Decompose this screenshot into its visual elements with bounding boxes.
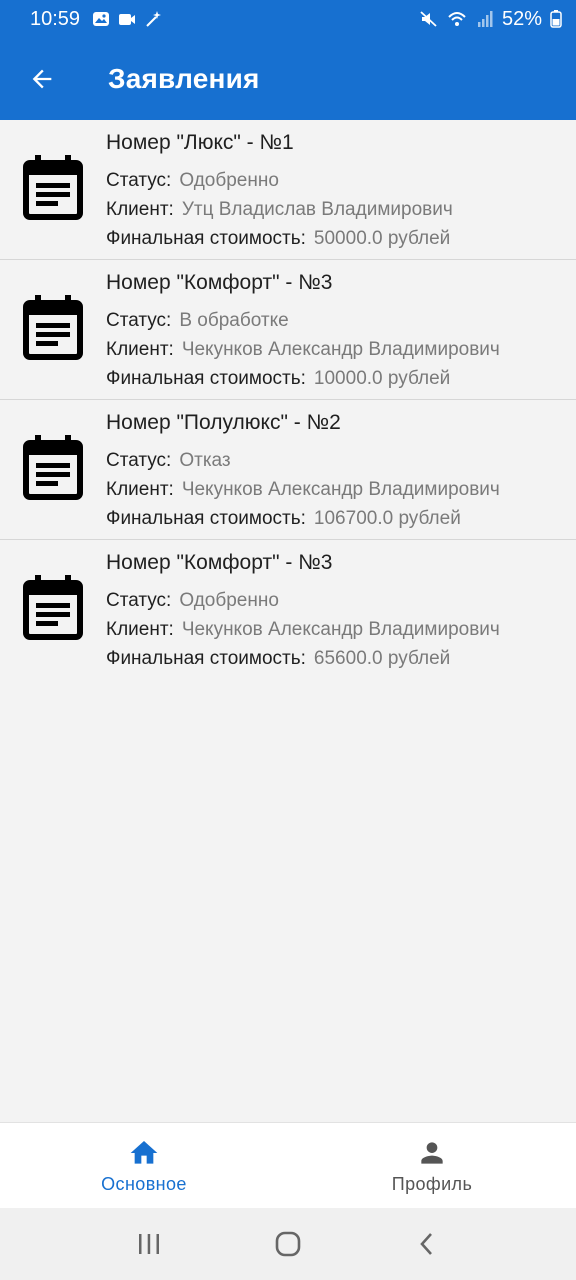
price-value: 106700.0 рублей — [313, 508, 461, 529]
status-time: 10:59 — [30, 7, 81, 30]
price-value: 10000.0 рублей — [313, 368, 451, 389]
event-note-icon — [23, 435, 83, 500]
status-value: Одобренно — [179, 170, 279, 191]
tab-profile-label: Профиль — [391, 1174, 473, 1194]
event-note-icon — [23, 155, 83, 220]
price-label: Финальная стоимость: — [106, 368, 306, 389]
wifi-icon — [448, 12, 466, 26]
room-name: Номер "Люкс" - №1 — [106, 131, 294, 154]
home-circle-icon — [275, 1231, 301, 1257]
mute-icon — [420, 11, 437, 27]
client-label: Клиент: — [106, 199, 174, 220]
client-value: Утц Владислав Владимирович — [181, 199, 453, 220]
application-item[interactable]: Номер "Полулюкс" - №2 Статус: Отказ Клиен… — [0, 400, 576, 540]
client-label: Клиент: — [106, 619, 174, 640]
bottom-navigation: Основное Профиль — [0, 1122, 576, 1208]
page-title: Заявления — [108, 63, 260, 94]
client-label: Клиент: — [106, 479, 174, 500]
tab-profile[interactable]: Профиль — [288, 1123, 576, 1208]
status-label: Статус: — [106, 450, 172, 471]
battery-percent: 52% — [501, 7, 542, 30]
room-name: Номер "Комфорт" - №3 — [106, 271, 333, 294]
status-value: Отказ — [179, 450, 231, 471]
person-icon — [421, 1142, 443, 1164]
recent-apps-icon — [139, 1234, 160, 1254]
client-label: Клиент: — [106, 339, 174, 360]
back-chevron-icon — [419, 1233, 432, 1255]
recent-apps-button[interactable] — [119, 1214, 179, 1274]
event-note-icon — [23, 575, 83, 640]
client-value: Чекунков Александр Владимирович — [181, 619, 500, 640]
signal-icon — [477, 11, 493, 27]
status-bar: 10:59 52% — [0, 0, 576, 38]
status-label: Статус: — [106, 590, 172, 611]
arrow-back-icon — [32, 69, 52, 89]
price-label: Финальная стоимость: — [106, 508, 306, 529]
price-value: 65600.0 рублей — [313, 648, 451, 669]
application-item[interactable]: Номер "Комфорт" - №3 Статус: Одобренно Кл… — [0, 540, 576, 680]
price-label: Финальная стоимость: — [106, 228, 306, 249]
client-value: Чекунков Александр Владимирович — [181, 339, 500, 360]
application-item[interactable]: Номер "Люкс" - №1 Статус: Одобренно Клиен… — [0, 120, 576, 260]
magic-wand-icon — [146, 11, 162, 27]
system-navigation-bar — [0, 1208, 576, 1280]
applications-list: Номер "Люкс" - №1 Статус: Одобренно Клиен… — [0, 120, 576, 680]
application-item[interactable]: Номер "Комфорт" - №3 Статус: В обработке … — [0, 260, 576, 400]
home-button[interactable] — [258, 1214, 318, 1274]
price-label: Финальная стоимость: — [106, 648, 306, 669]
room-name: Номер "Комфорт" - №3 — [106, 551, 333, 574]
tab-main[interactable]: Основное — [0, 1123, 288, 1208]
room-name: Номер "Полулюкс" - №2 — [106, 411, 341, 434]
app-bar: Заявления — [0, 38, 576, 120]
event-note-icon — [23, 295, 83, 360]
battery-icon — [550, 10, 562, 28]
client-value: Чекунков Александр Владимирович — [181, 479, 500, 500]
tab-main-label: Основное — [101, 1174, 187, 1194]
price-value: 50000.0 рублей — [313, 228, 451, 249]
gallery-icon — [93, 12, 110, 26]
back-nav-button[interactable] — [397, 1214, 457, 1274]
status-value: В обработке — [179, 310, 289, 331]
home-icon — [130, 1141, 158, 1164]
video-icon — [119, 14, 136, 25]
status-label: Статус: — [106, 170, 172, 191]
status-value: Одобренно — [179, 590, 279, 611]
status-label: Статус: — [106, 310, 172, 331]
back-button[interactable] — [0, 38, 84, 120]
